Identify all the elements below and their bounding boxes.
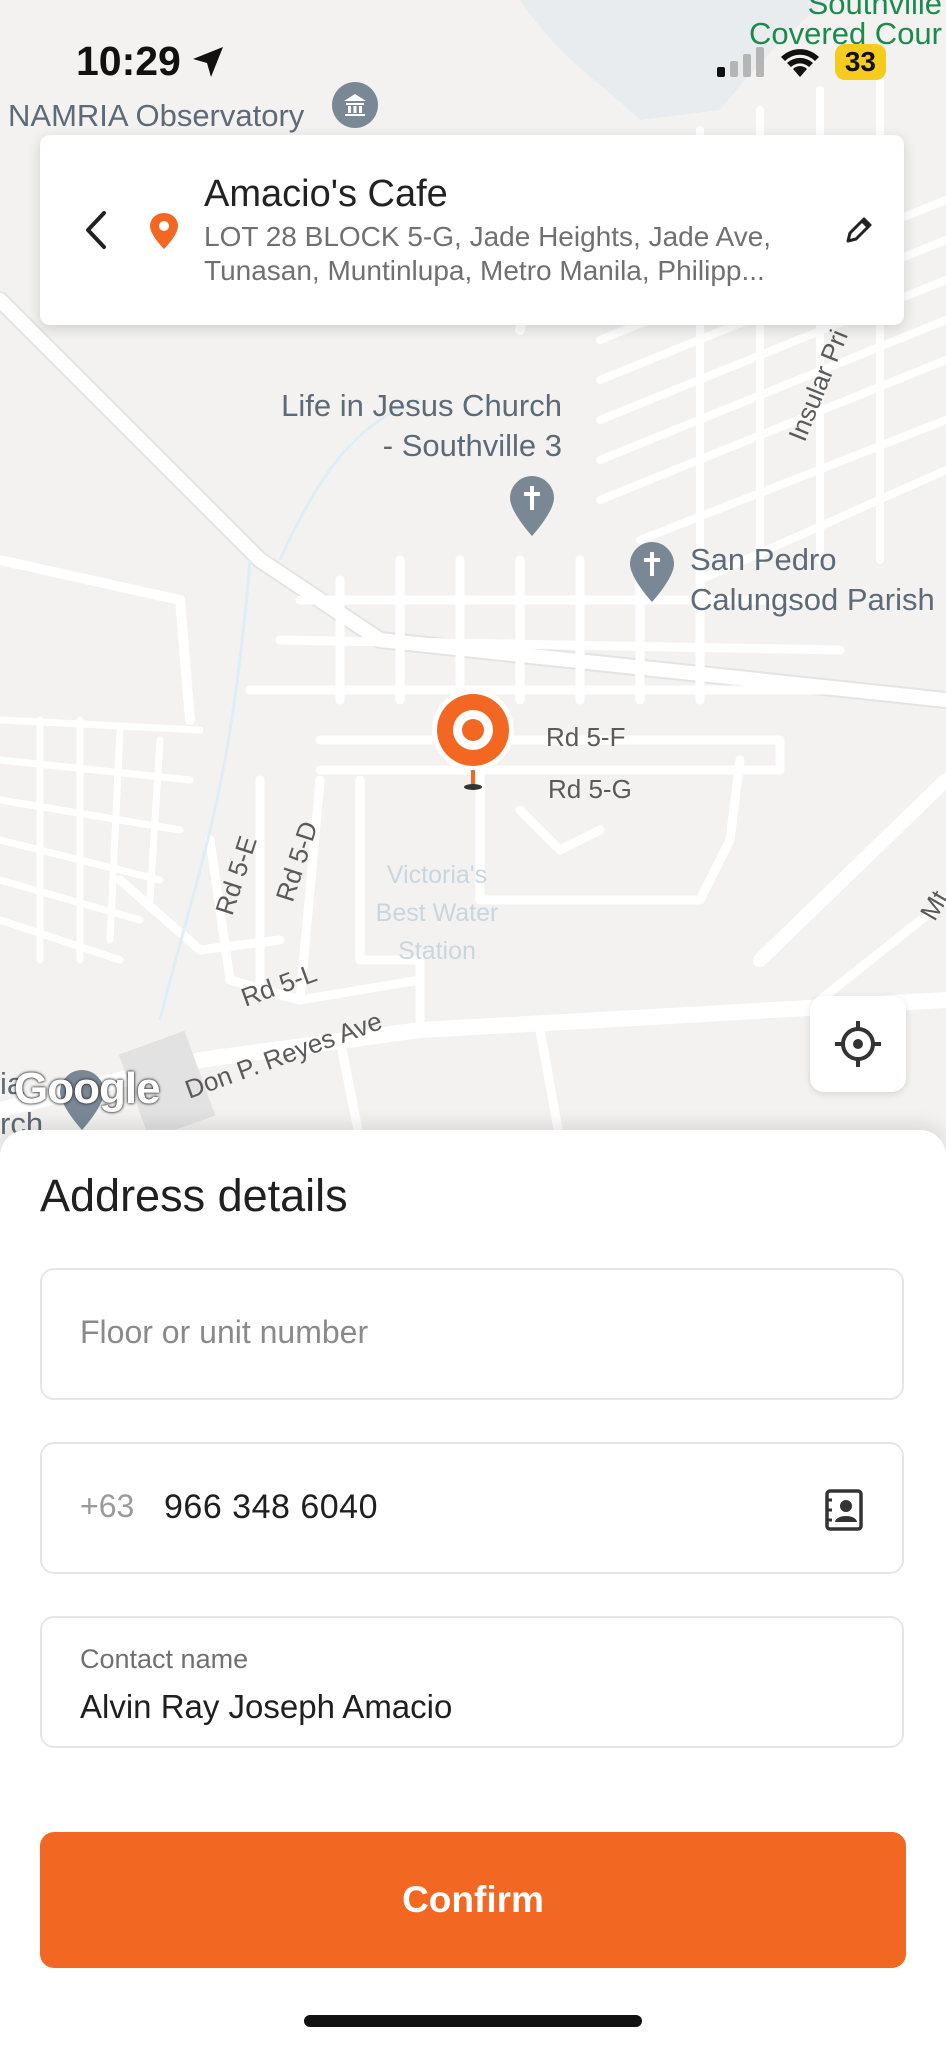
contact-name-label: Contact name: [80, 1644, 249, 1674]
status-time: 10:29: [76, 38, 225, 85]
location-pin-icon[interactable]: [430, 690, 516, 792]
road-label: Rd 5-G: [548, 774, 632, 804]
phone-number-field[interactable]: +63 966 348 6040: [40, 1442, 904, 1574]
church-icon[interactable]: [510, 476, 554, 536]
map-label-namria: NAMRIA Observatory: [8, 98, 305, 133]
wifi-icon: [780, 49, 819, 77]
address-line-1: LOT 28 BLOCK 5-G, Jade Heights, Jade Ave…: [204, 221, 772, 252]
map-label-church-1: Life in Jesus Church - Southville 3: [281, 388, 562, 463]
church-icon[interactable]: [630, 542, 674, 602]
address-card: Amacio's Cafe LOT 28 BLOCK 5-G, Jade Hei…: [40, 135, 904, 325]
crosshair-icon: [835, 1021, 881, 1067]
location-arrow-icon: [192, 46, 223, 77]
back-chevron-icon[interactable]: [76, 205, 120, 255]
museum-icon[interactable]: [332, 82, 378, 128]
locate-me-button[interactable]: [810, 996, 906, 1092]
cellular-signal-icon: [716, 47, 764, 77]
contact-name-field[interactable]: Contact name Alvin Ray Joseph Amacio: [40, 1616, 904, 1748]
country-code[interactable]: +63: [80, 1488, 134, 1525]
contacts-book-icon[interactable]: [824, 1488, 864, 1532]
floor-unit-placeholder: Floor or unit number: [80, 1314, 369, 1350]
contact-name-value[interactable]: Alvin Ray Joseph Amacio: [80, 1688, 452, 1726]
home-indicator: [304, 2015, 642, 2027]
address-title: Amacio's Cafe: [204, 173, 448, 215]
status-indicators: 33: [716, 44, 886, 80]
battery-indicator: 33: [834, 44, 886, 80]
sheet-title: Address details: [40, 1170, 348, 1221]
edit-pencil-icon[interactable]: [842, 213, 876, 247]
floor-unit-input[interactable]: Floor or unit number: [40, 1268, 904, 1400]
address-line-2: Tunasan, Muntinlupa, Metro Manila, Phili…: [204, 255, 765, 286]
location-marker-icon: [150, 213, 178, 249]
address-details-sheet: Address details Floor or unit number +63…: [0, 1130, 946, 2048]
google-logo: Google: [14, 1064, 161, 1113]
map-label-church-2: San Pedro Calungsod Parish: [690, 542, 935, 617]
phone-number-value[interactable]: 966 348 6040: [164, 1488, 378, 1527]
confirm-button[interactable]: Confirm: [40, 1832, 906, 1968]
map-label-faded: Victoria's Best Water Station: [375, 861, 499, 965]
road-label: Rd 5-F: [546, 722, 626, 752]
